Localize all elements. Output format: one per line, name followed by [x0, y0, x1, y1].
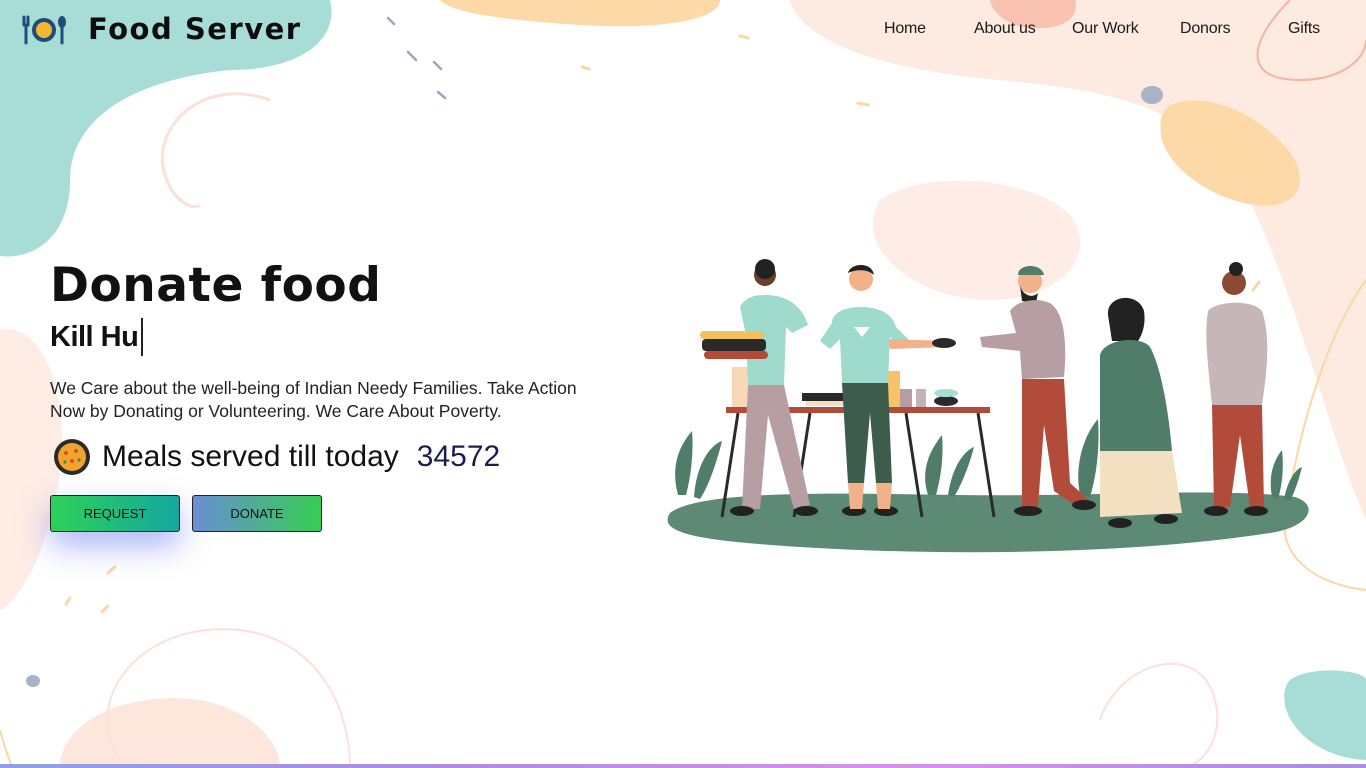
page-title: Donate food: [50, 258, 382, 313]
meals-label: Meals served till today: [102, 440, 399, 473]
donate-button[interactable]: DONATE: [192, 495, 322, 532]
ground: [667, 492, 1309, 553]
outline-arc-bottom-right: [1099, 662, 1219, 768]
text-caret: [141, 318, 144, 356]
request-button[interactable]: REQUEST: [50, 495, 180, 532]
nav-item-donors[interactable]: Donors: [1180, 20, 1231, 38]
grey-dot-small: [26, 675, 40, 687]
nav-item-gifts[interactable]: Gifts: [1288, 20, 1320, 38]
person-5: [1204, 262, 1268, 516]
typed-text: Kill Hu: [50, 320, 139, 353]
teal-blob-bottom-right: [1284, 670, 1366, 760]
outline-arc-left: [160, 92, 271, 209]
nav-item-our-work[interactable]: Our Work: [1072, 20, 1139, 38]
meals-count: 34572: [416, 440, 501, 473]
bottom-bar: [0, 764, 1366, 768]
outline-arc-bottom-left: [0, 729, 13, 768]
meals-counter: Meals served till today 34572: [52, 437, 500, 477]
person-1: [700, 259, 818, 516]
food-bowl-icon: [54, 439, 90, 475]
peach-blob-bottom-left: [60, 698, 280, 768]
nav-item-home[interactable]: Home: [884, 20, 926, 38]
hero-description: We Care about the well-being of Indian N…: [50, 378, 577, 421]
main-nav: Home About us Our Work Donors Gifts: [0, 20, 1366, 42]
grey-dot: [1141, 86, 1163, 104]
hero-illustration: [667, 259, 1309, 553]
typed-headline: Kill Hu: [50, 318, 144, 356]
nav-item-about-us[interactable]: About us: [974, 20, 1036, 38]
person-4: [1100, 297, 1182, 528]
